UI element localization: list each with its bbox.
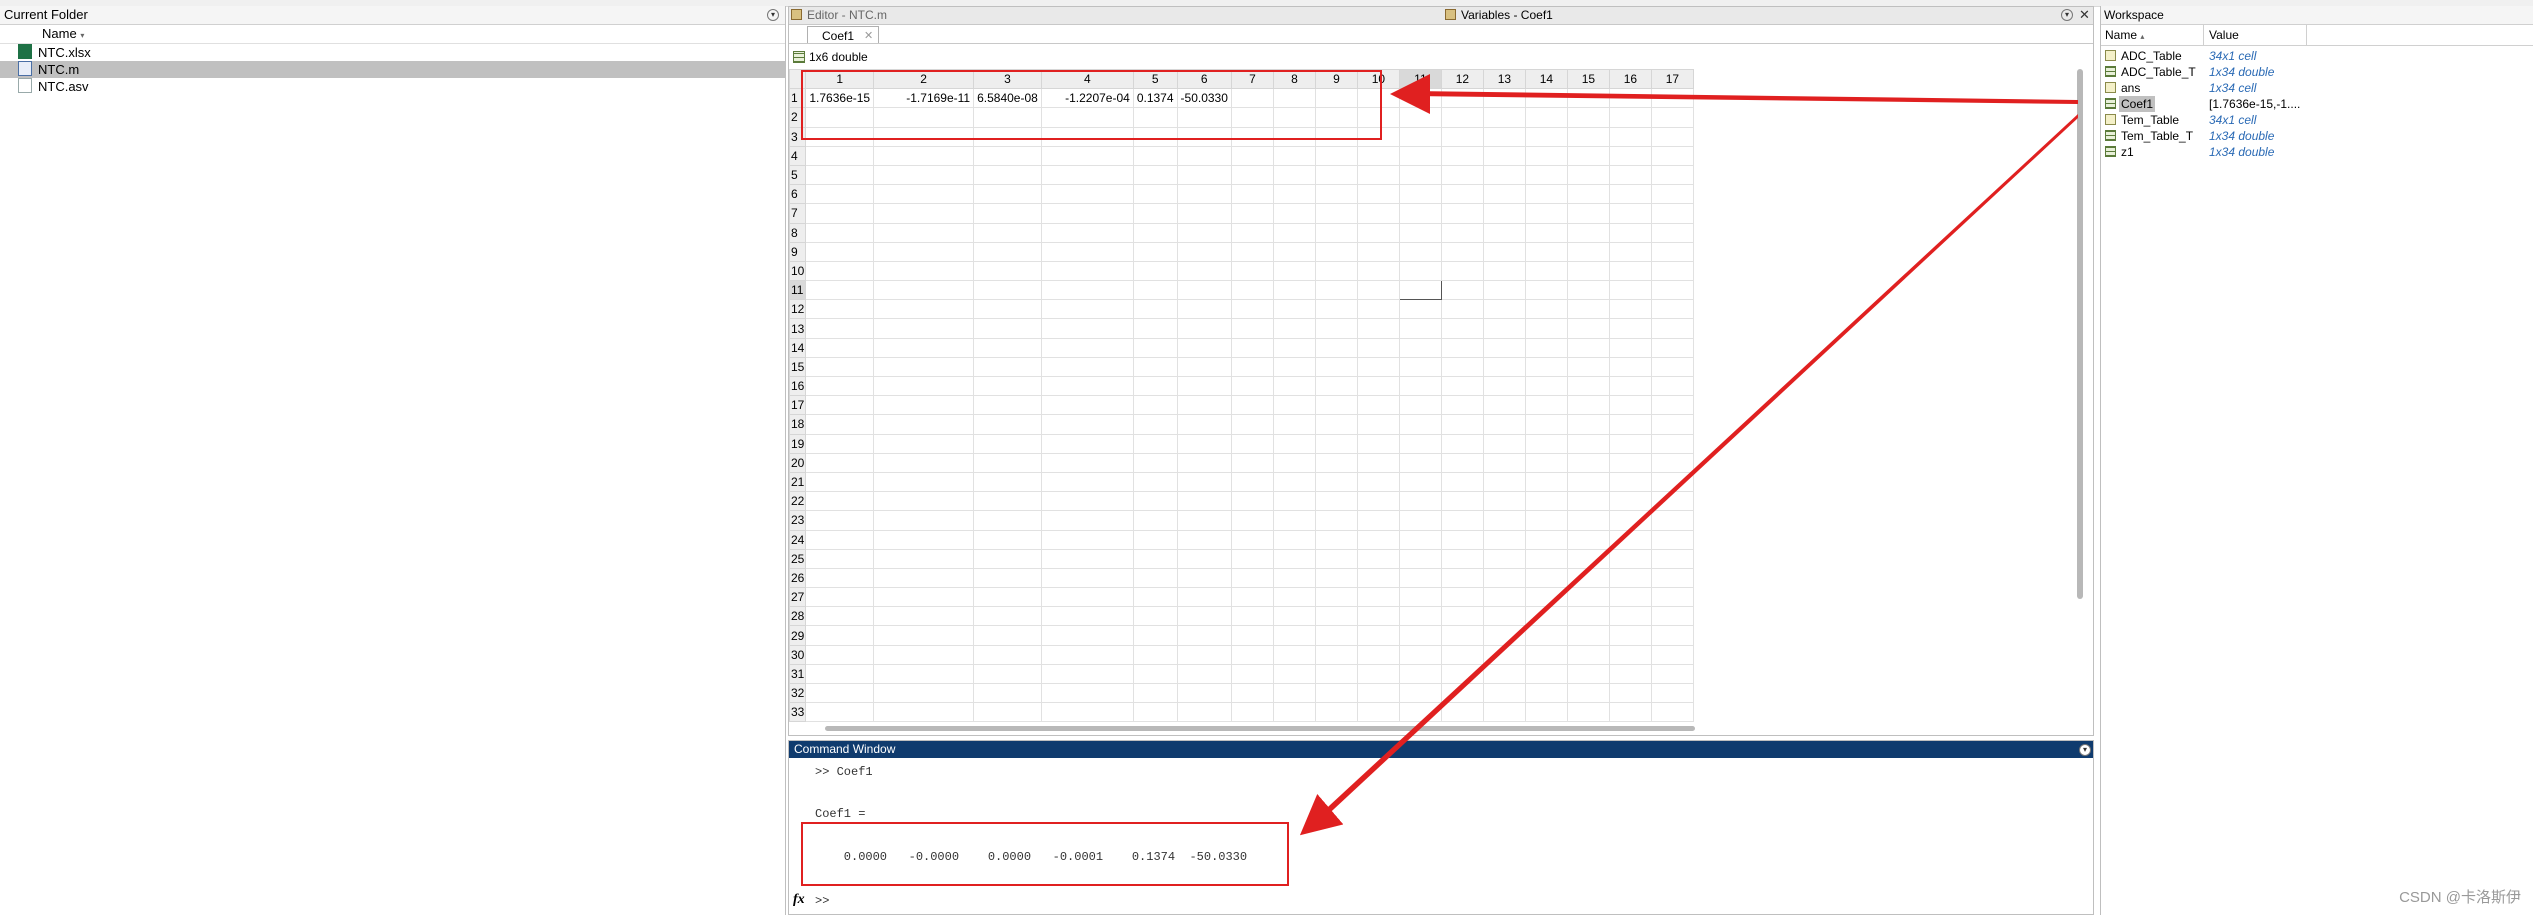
watermark: CSDN @卡洛斯伊 [2399,889,2521,906]
annotation-arrow-top-shaft [1412,91,2078,104]
annotation-arrow-bottom-shaft [1316,114,2078,822]
annotation-arrow-bottom-head [1299,793,1344,836]
annotation-arrows [1299,74,2078,836]
